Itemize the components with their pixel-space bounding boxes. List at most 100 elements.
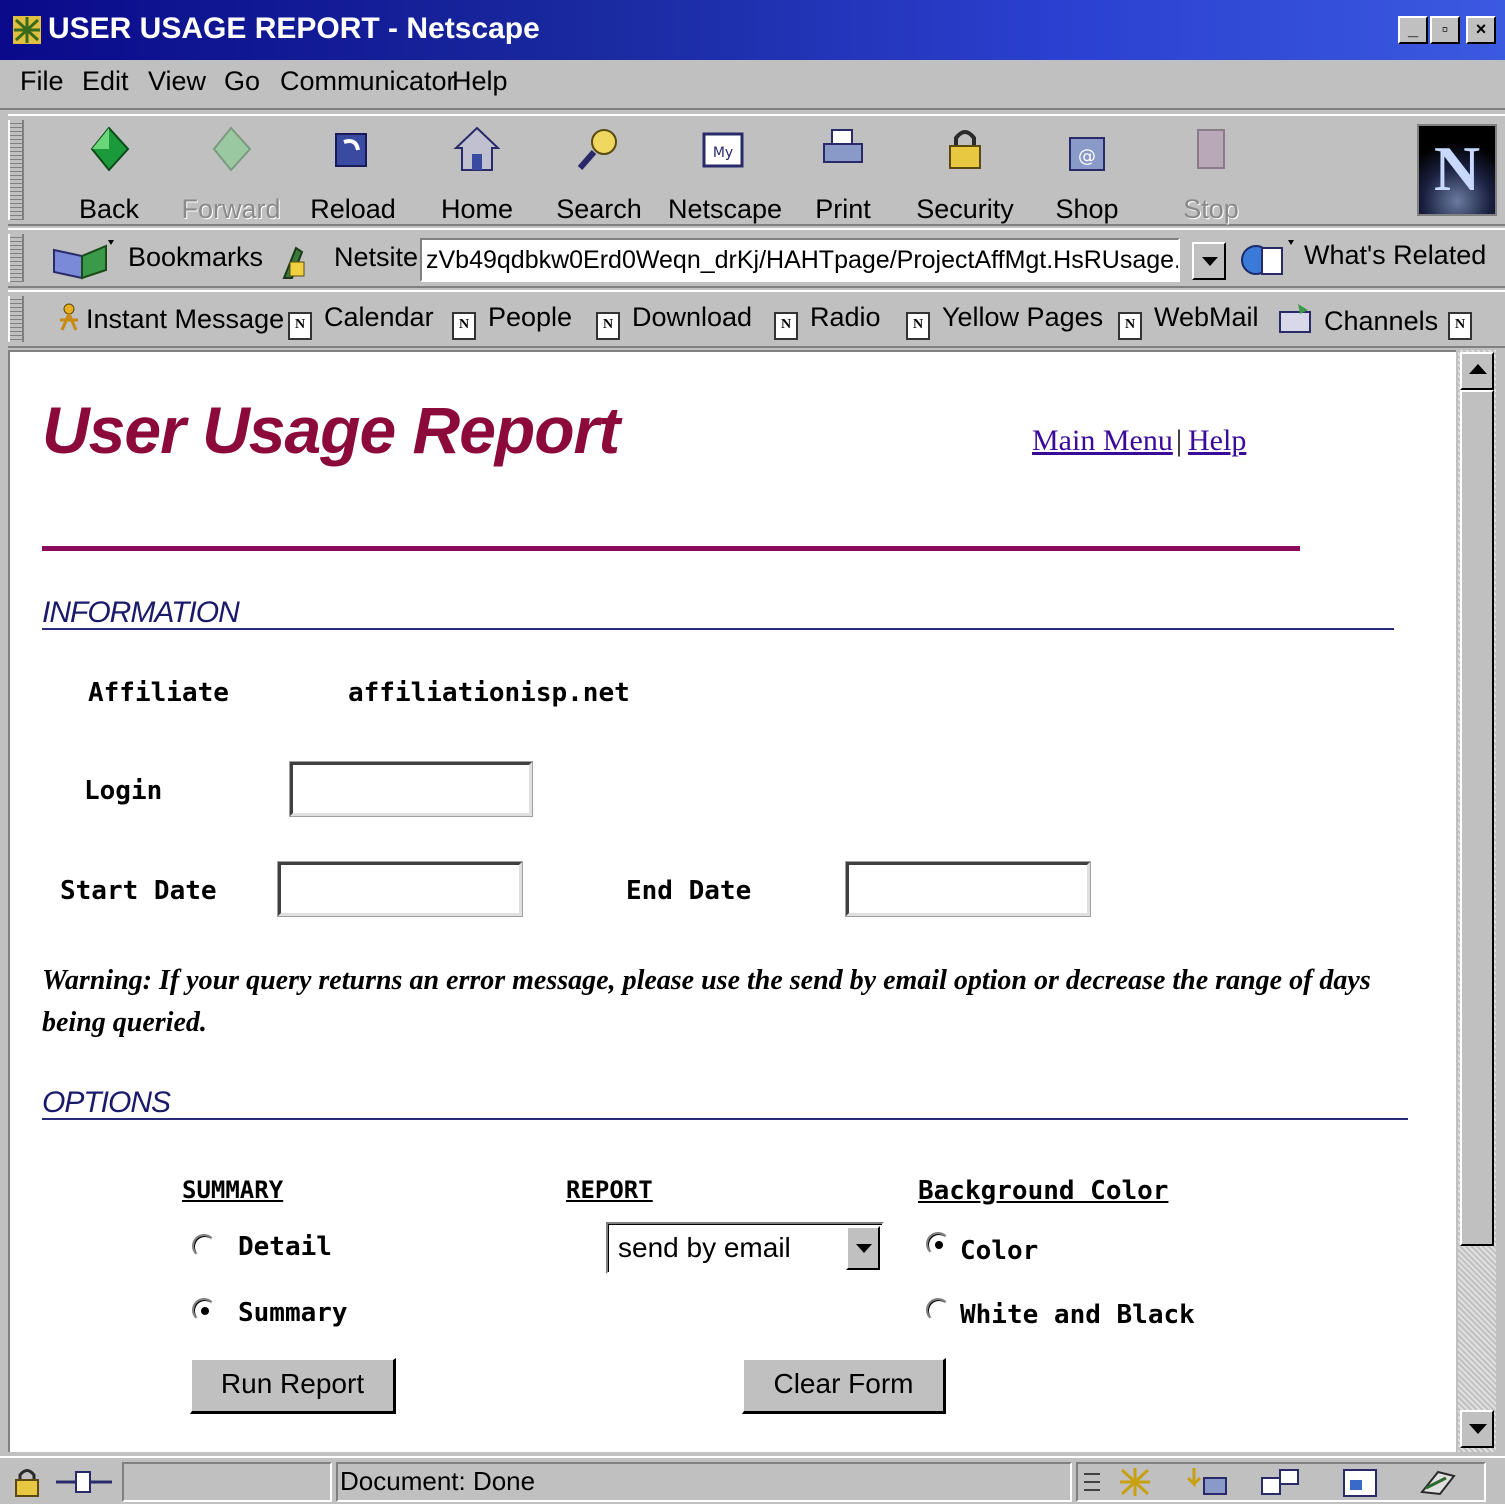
toolbar-grip[interactable] (8, 234, 24, 282)
affiliate-value: affiliationisp.net (348, 678, 630, 708)
download-link[interactable]: N Download (596, 302, 752, 340)
chevron-down-icon[interactable] (846, 1226, 880, 1270)
report-select[interactable]: send by email (606, 1222, 884, 1274)
color-radio[interactable] (926, 1232, 950, 1256)
login-input[interactable] (290, 762, 532, 816)
home-button[interactable]: Home (422, 124, 532, 224)
radio-link[interactable]: N Radio (774, 302, 881, 340)
white-and-black-radio[interactable] (926, 1298, 950, 1322)
url-input[interactable]: zVb49qdbkw0Erd0Weqn_drKj/HAHTpage/Projec… (420, 238, 1180, 282)
status-text: Document: Done (340, 1466, 536, 1496)
webmail-link[interactable]: N WebMail (1118, 302, 1259, 340)
stop-button[interactable]: Stop (1156, 124, 1266, 224)
menu-file[interactable]: File (20, 66, 64, 97)
progress-box (122, 1462, 332, 1502)
vertical-scrollbar[interactable] (1458, 350, 1496, 1452)
maximize-button[interactable]: ▫ (1430, 16, 1460, 44)
bookmarks-icon[interactable] (48, 236, 118, 282)
netscape-page-icon: N (1448, 312, 1472, 340)
back-button[interactable]: Back (54, 124, 164, 224)
yellow-pages-link[interactable]: N Yellow Pages (906, 302, 1103, 340)
report-heading: REPORT (566, 1176, 653, 1204)
link-separator: | (1176, 424, 1183, 457)
home-label: Home (440, 194, 514, 224)
home-icon (453, 126, 501, 171)
end-date-label: End Date (626, 876, 752, 906)
information-heading: INFORMATION (42, 596, 240, 629)
channels-link[interactable]: Channels (1278, 302, 1438, 337)
menu-go[interactable]: Go (224, 66, 260, 97)
close-button[interactable]: × (1466, 16, 1496, 44)
toolbar-grip[interactable] (8, 120, 24, 220)
summary-label: Summary (238, 1298, 348, 1328)
whats-related-icon[interactable] (1238, 238, 1298, 282)
detail-radio[interactable] (192, 1234, 216, 1258)
people-link[interactable]: N People (452, 302, 572, 340)
report-select-value: send by email (618, 1232, 791, 1263)
scroll-down-button[interactable] (1460, 1410, 1494, 1448)
whats-related-button[interactable]: What's Related (1304, 240, 1486, 271)
summary-radio[interactable] (192, 1298, 216, 1322)
shop-button[interactable]: @ Shop (1032, 124, 1142, 224)
netscape-logo[interactable]: N (1417, 124, 1497, 216)
calendar-link[interactable]: N Calendar (288, 302, 434, 340)
page-title: User Usage Report (42, 393, 620, 467)
component-bar-grip-icon[interactable] (1080, 1466, 1104, 1498)
forward-label: Forward (181, 194, 281, 224)
netsite-icon[interactable] (276, 242, 312, 282)
radio-label: Radio (810, 302, 881, 332)
end-date-input[interactable] (846, 862, 1090, 916)
stop-label: Stop (1183, 194, 1239, 224)
menu-edit[interactable]: Edit (82, 66, 129, 97)
my-netscape-label: Netscape (668, 194, 783, 224)
help-link[interactable]: Help (1188, 424, 1246, 458)
security-button[interactable]: Security (910, 124, 1020, 224)
aim-icon[interactable] (1416, 1466, 1460, 1498)
more-bookmark-link[interactable]: N (1448, 302, 1484, 340)
yellow-pages-label: Yellow Pages (942, 302, 1104, 332)
status-bar: Document: Done (0, 1456, 1505, 1504)
security-lock-icon[interactable] (10, 1466, 44, 1498)
clear-form-button[interactable]: Clear Form (742, 1358, 946, 1414)
scroll-thumb[interactable] (1460, 390, 1494, 1246)
menu-communicator[interactable]: Communicator (280, 66, 456, 97)
warning-message: Warning: If your query returns an error … (42, 965, 1371, 1038)
personal-toolbar: Instant Message N Calendar N People N Downl… (8, 290, 1505, 348)
discussion-groups-icon[interactable] (1258, 1466, 1302, 1498)
forward-arrow-icon (212, 126, 252, 172)
netscape-page-icon: N (774, 312, 798, 340)
search-button[interactable]: Search (544, 124, 654, 224)
window-title-bar[interactable]: USER USAGE REPORT - Netscape _ ▫ × (0, 0, 1505, 60)
print-button[interactable]: Print (788, 124, 898, 224)
minimize-button[interactable]: _ (1398, 16, 1428, 44)
my-netscape-button[interactable]: My Netscape (668, 124, 783, 224)
start-date-input[interactable] (278, 862, 522, 916)
netscape-logo-letter: N (1433, 133, 1481, 204)
page-content: User Usage Report Main Menu | Help INFOR… (8, 350, 1456, 1452)
search-icon (577, 129, 617, 170)
composer-icon[interactable] (1340, 1466, 1380, 1498)
my-netscape-icon: My (702, 132, 744, 168)
menu-view[interactable]: View (148, 66, 206, 97)
bookmarks-button[interactable]: Bookmarks (128, 242, 263, 273)
toolbar-grip[interactable] (8, 296, 24, 342)
start-date-label: Start Date (60, 876, 217, 906)
instant-message-link[interactable]: Instant Message (56, 302, 284, 335)
main-menu-link[interactable]: Main Menu (1032, 424, 1173, 458)
menu-bar: File Edit View Go Communicator Help (0, 60, 1505, 110)
navigation-toolbar: Back Forward Reload Home Search My Netsc… (8, 114, 1505, 226)
forward-button[interactable]: Forward (176, 124, 286, 224)
options-divider (42, 1118, 1408, 1120)
back-label: Back (78, 194, 140, 224)
navigator-icon[interactable] (1118, 1466, 1152, 1498)
reload-button[interactable]: Reload (298, 124, 408, 224)
mail-icon[interactable] (1186, 1466, 1230, 1498)
menu-help[interactable]: Help (452, 66, 508, 97)
run-report-button[interactable]: Run Report (190, 1358, 396, 1414)
scroll-up-button[interactable] (1460, 352, 1494, 390)
netscape-page-icon: N (452, 312, 476, 340)
background-color-heading: Background Color (918, 1176, 1169, 1206)
url-dropdown-button[interactable] (1192, 242, 1226, 280)
svg-text:My: My (713, 145, 733, 161)
lock-icon (949, 130, 981, 169)
